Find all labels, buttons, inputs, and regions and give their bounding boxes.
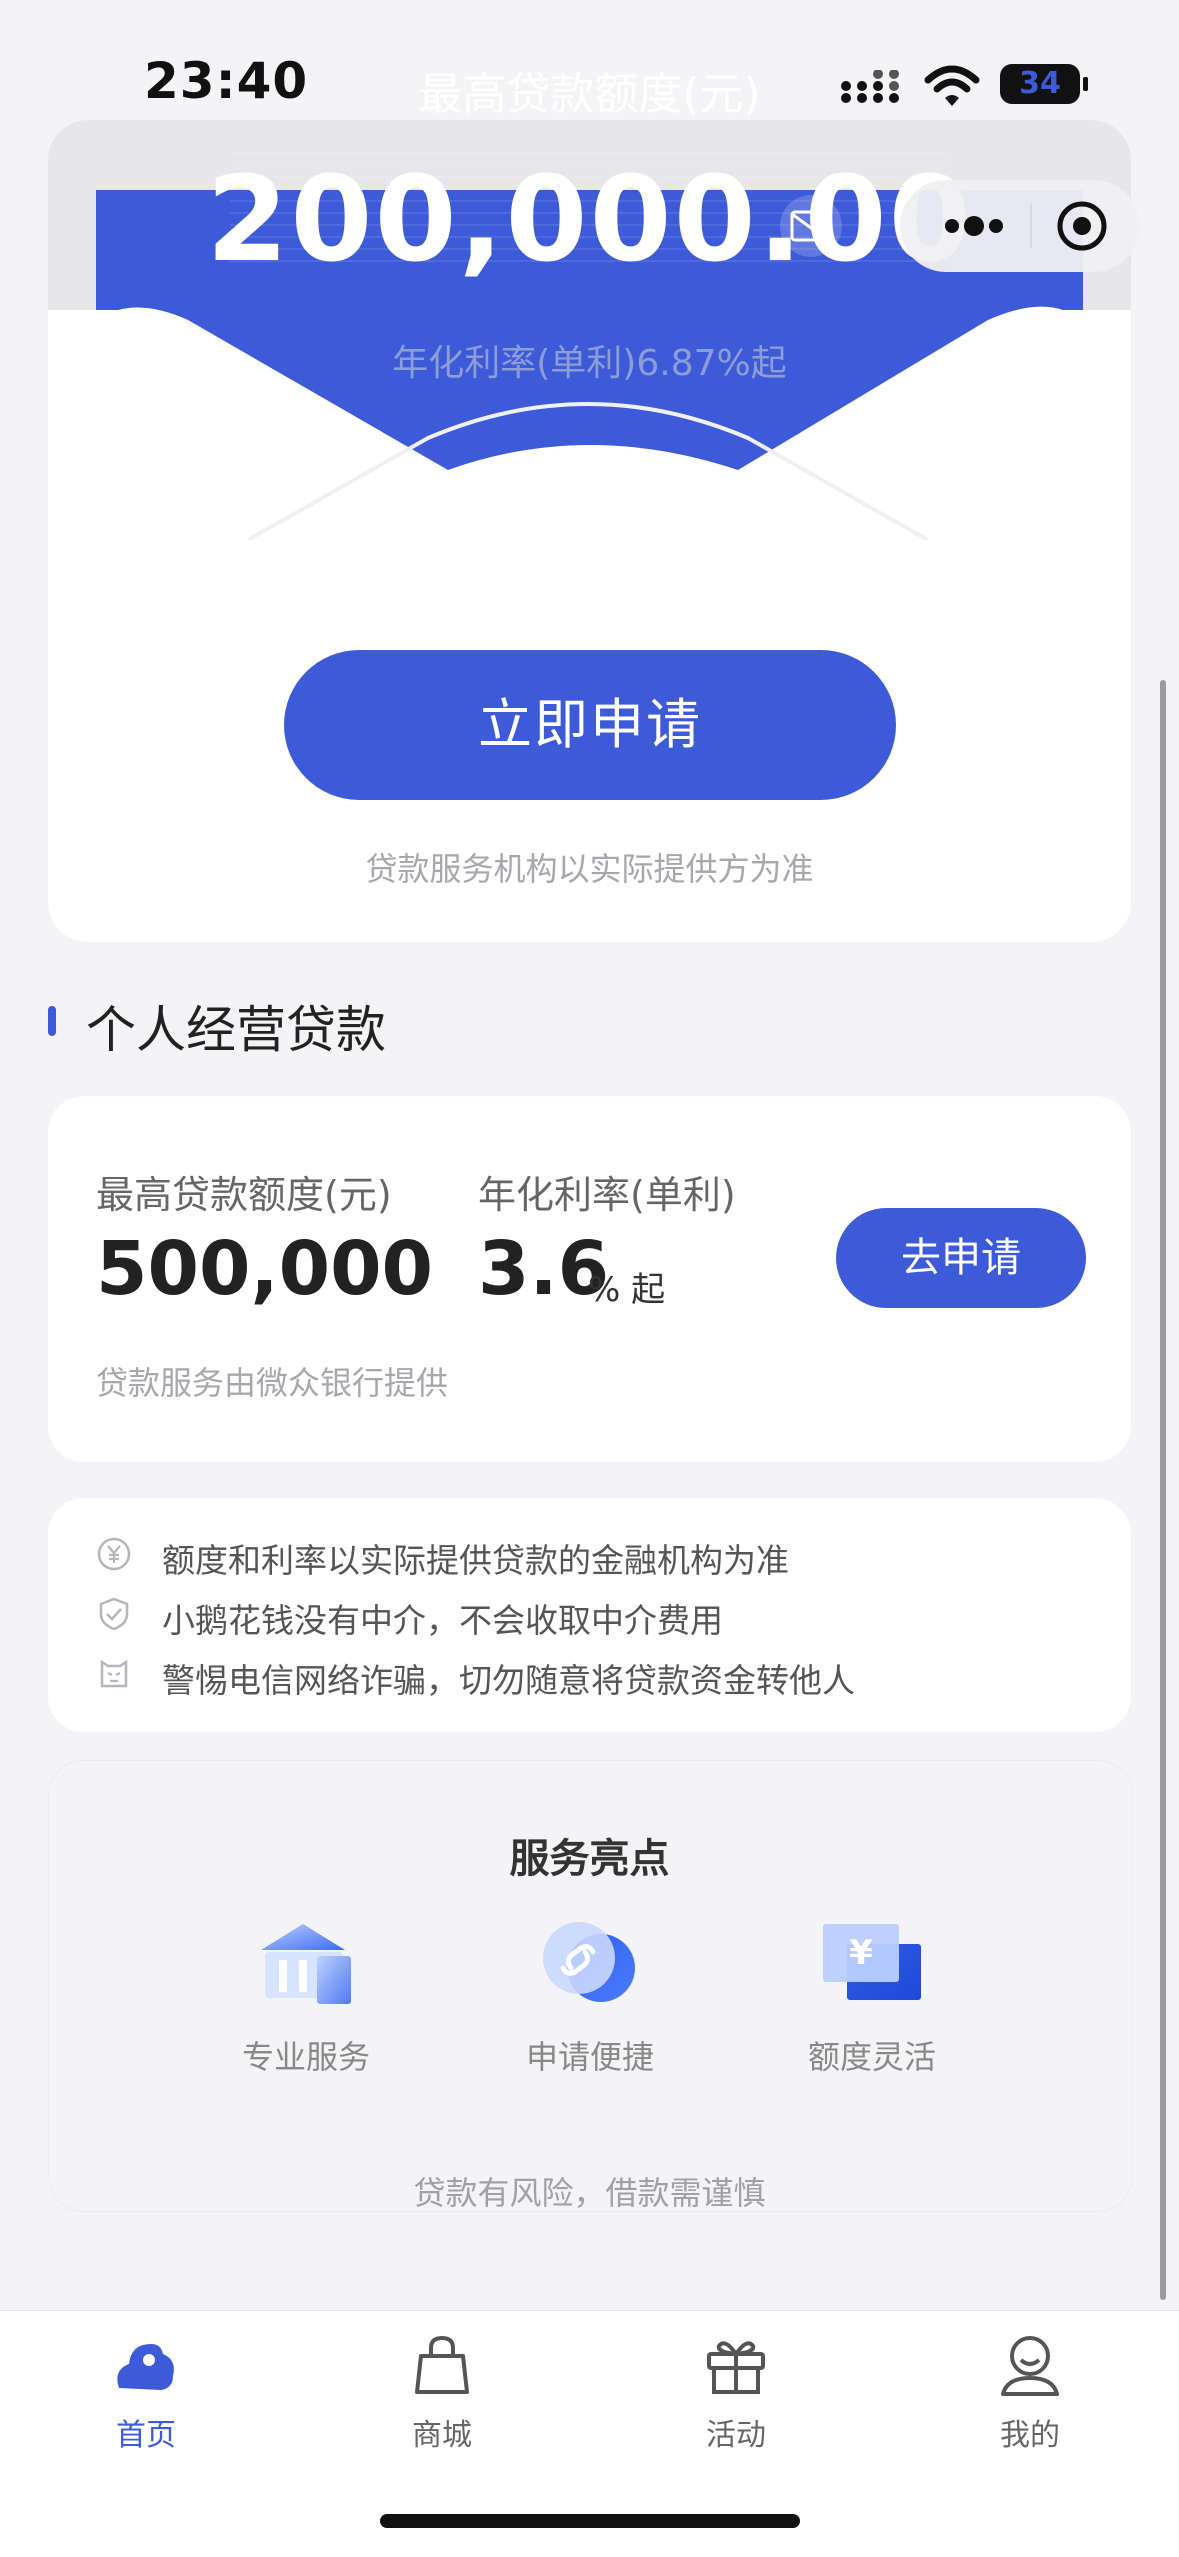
home-indicator	[380, 2514, 800, 2528]
go-apply-button[interactable]: 去申请	[836, 1208, 1086, 1308]
highlight-item: 专业服务	[206, 1912, 406, 2078]
hero-rate: 年化利率(单利)6.87%起	[392, 343, 787, 384]
miniprogram-capsule	[900, 180, 1140, 272]
section-accent-bar	[48, 1006, 56, 1036]
yuan-card-icon: ¥	[823, 1924, 921, 2000]
highlight-label: 申请便捷	[525, 2038, 654, 2076]
loan-rate-label: 年化利率(单利)	[478, 1173, 736, 1217]
tab-home[interactable]: 首页	[66, 2330, 226, 2454]
link-circle-icon	[543, 1922, 635, 2002]
tab-label: 我的	[1000, 2418, 1060, 2453]
tab-label: 首页	[116, 2418, 176, 2453]
loan-amount: 500,000	[96, 1226, 434, 1312]
highlights-title: 服务亮点	[509, 1836, 670, 1882]
notice-text: 额度和利率以实际提供贷款的金融机构为准	[162, 1541, 789, 1580]
close-miniprogram-icon[interactable]	[1056, 200, 1108, 252]
tab-profile[interactable]: 我的	[950, 2330, 1110, 2454]
bag-icon	[415, 2335, 469, 2394]
loan-rate-unit: % 起	[588, 1270, 666, 1310]
apply-now-button[interactable]: 立即申请	[284, 650, 896, 800]
bank-icon	[261, 1924, 351, 2004]
scrollbar[interactable]	[1160, 680, 1166, 2300]
loan-amount-label: 最高贷款额度(元)	[96, 1173, 392, 1217]
service-note: 贷款服务机构以实际提供方为准	[365, 850, 814, 888]
gift-icon	[707, 2341, 765, 2394]
tab-label: 商城	[412, 2418, 472, 2453]
tab-label: 活动	[706, 2418, 766, 2453]
capsule-divider	[1030, 204, 1032, 248]
highlight-label: 额度灵活	[807, 2038, 936, 2076]
highlight-item: ¥ 额度灵活	[772, 1912, 972, 2078]
notice-text: 小鹅花钱没有中介，不会收取中介费用	[162, 1601, 723, 1640]
svg-text:¥: ¥	[849, 1933, 873, 1973]
notice-text: 警惕电信网络诈骗，切勿随意将贷款资金转他人	[162, 1661, 855, 1700]
highlight-label: 专业服务	[241, 2038, 370, 2076]
more-icon[interactable]	[934, 180, 1014, 272]
tab-mall[interactable]: 商城	[362, 2330, 522, 2454]
mail-icon[interactable]	[780, 195, 842, 257]
home-icon	[117, 2344, 174, 2390]
battery-indicator: 34	[1000, 64, 1088, 104]
wifi-icon	[924, 65, 980, 106]
signal-icon	[841, 70, 899, 103]
loan-provider: 贷款服务由微众银行提供	[96, 1364, 449, 1402]
user-icon	[1001, 2336, 1059, 2396]
risk-note: 贷款有风险，借款需谨慎	[413, 2174, 766, 2212]
highlight-item: 申请便捷	[490, 1912, 690, 2078]
tab-activity[interactable]: 活动	[656, 2330, 816, 2454]
yuan-circle-icon	[97, 1537, 131, 1571]
shield-check-icon	[99, 1597, 129, 1631]
section-title: 个人经营贷款	[86, 1001, 386, 1059]
warning-face-icon	[100, 1659, 128, 1688]
